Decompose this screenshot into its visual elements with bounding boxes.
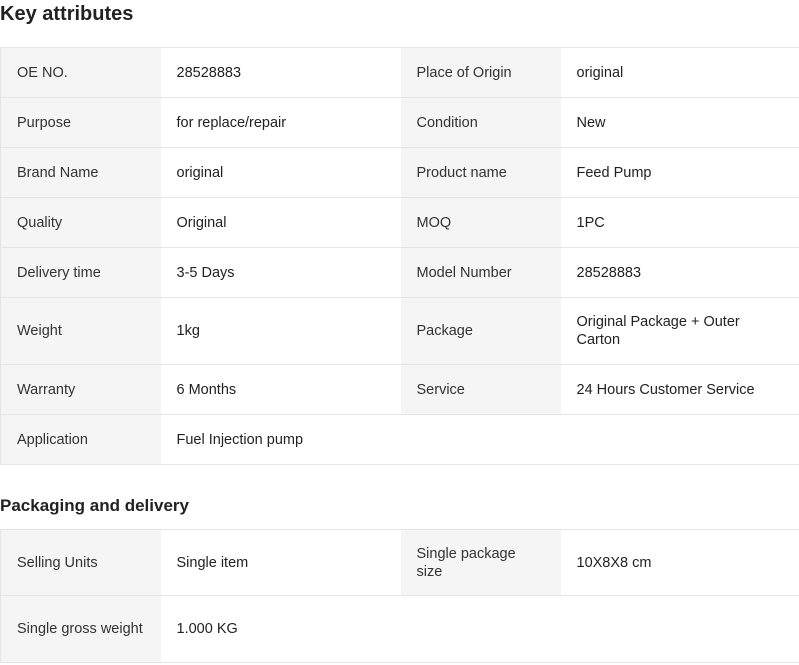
table-row: Single gross weight 1.000 KG (0, 595, 799, 663)
attribute-value: 10X8X8 cm (560, 529, 799, 596)
empty-cell (560, 414, 799, 465)
attribute-value: 28528883 (560, 247, 799, 298)
attribute-key: Application (0, 414, 161, 465)
attribute-value: Single item (160, 529, 401, 596)
attribute-value: 3-5 Days (160, 247, 401, 298)
attribute-value: Feed Pump (560, 147, 799, 198)
attribute-value: Fuel Injection pump (160, 414, 401, 465)
table-row: OE NO. 28528883 Place of Origin original (0, 47, 799, 98)
attribute-key: Condition (400, 97, 561, 148)
attribute-key: Warranty (0, 364, 161, 415)
empty-cell (400, 595, 561, 663)
attribute-key: OE NO. (0, 47, 161, 98)
attribute-key: Service (400, 364, 561, 415)
attribute-value: New (560, 97, 799, 148)
attribute-value: 6 Months (160, 364, 401, 415)
table-row: Brand Name original Product name Feed Pu… (0, 147, 799, 198)
table-row: Delivery time 3-5 Days Model Number 2852… (0, 247, 799, 298)
attribute-key: Weight (0, 297, 161, 365)
attribute-value: 1PC (560, 197, 799, 248)
attribute-value: original (160, 147, 401, 198)
attribute-key: Brand Name (0, 147, 161, 198)
attribute-key: Single gross weight (0, 595, 161, 663)
attribute-value: 1kg (160, 297, 401, 365)
attribute-value: 28528883 (160, 47, 401, 98)
table-row: Purpose for replace/repair Condition New (0, 97, 799, 148)
attribute-key: Delivery time (0, 247, 161, 298)
table-row: Selling Units Single item Single package… (0, 529, 799, 596)
empty-cell (400, 414, 561, 465)
table-row: Application Fuel Injection pump (0, 414, 799, 465)
attribute-value: 24 Hours Customer Service (560, 364, 799, 415)
attribute-value: original (560, 47, 799, 98)
empty-cell (560, 595, 799, 663)
attribute-key: Quality (0, 197, 161, 248)
attribute-key: Single package size (400, 529, 561, 596)
table-row: Weight 1kg Package Original Package + Ou… (0, 297, 799, 365)
attribute-value: Original (160, 197, 401, 248)
attribute-key: Purpose (0, 97, 161, 148)
attribute-key: Selling Units (0, 529, 161, 596)
table-row: Quality Original MOQ 1PC (0, 197, 799, 248)
attribute-key: Place of Origin (400, 47, 561, 98)
packaging-title: Packaging and delivery (0, 496, 189, 515)
attribute-key: Package (400, 297, 561, 365)
attribute-key: MOQ (400, 197, 561, 248)
attribute-key: Product name (400, 147, 561, 198)
attribute-value: for replace/repair (160, 97, 401, 148)
packaging-table: Selling Units Single item Single package… (0, 529, 799, 663)
key-attributes-title: Key attributes (0, 3, 134, 25)
attribute-key: Model Number (400, 247, 561, 298)
table-row: Warranty 6 Months Service 24 Hours Custo… (0, 364, 799, 415)
attribute-value: Original Package + Outer Carton (560, 297, 799, 365)
attribute-value: 1.000 KG (160, 595, 401, 663)
key-attributes-table: OE NO. 28528883 Place of Origin original… (0, 47, 799, 465)
